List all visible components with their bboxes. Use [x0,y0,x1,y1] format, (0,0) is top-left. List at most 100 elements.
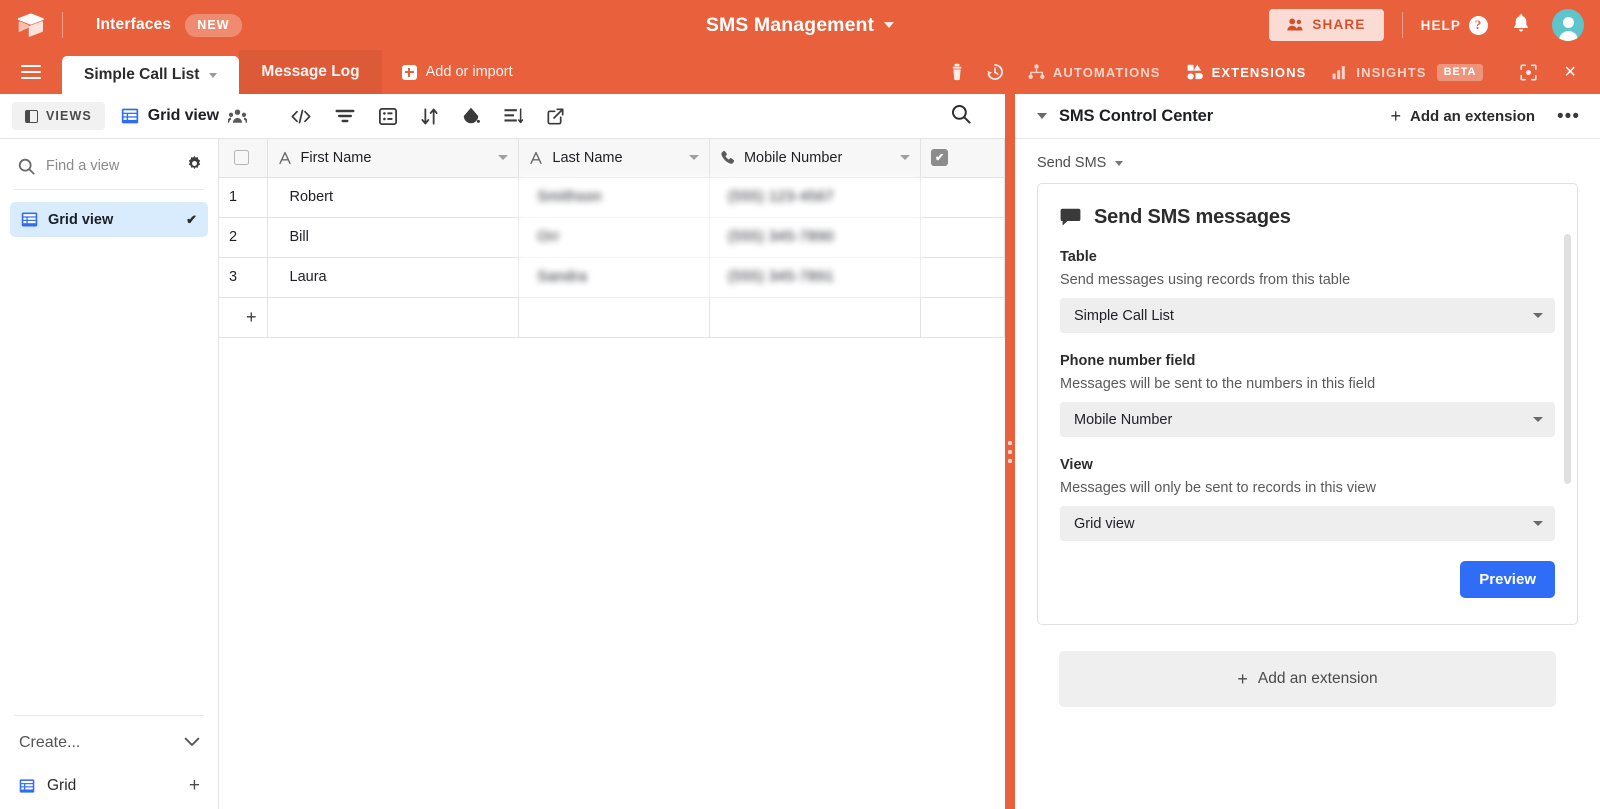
table-row[interactable]: 2 Bill Orr (555) 345-7890 [219,217,1005,258]
cell-first-name[interactable]: Robert [267,177,520,218]
caret-down-icon[interactable] [1037,113,1047,119]
add-row-spacer-3 [709,297,922,338]
column-header-last-name[interactable]: Last Name [518,139,710,178]
cell-last-name[interactable]: Sandra [518,257,710,298]
column-label: Last Name [552,149,623,166]
field-phone: Phone number field Messages will be sent… [1060,353,1555,437]
field-label: Table [1060,249,1097,265]
tab-message-log[interactable]: Message Log [239,50,382,94]
share-button[interactable]: SHARE [1269,9,1384,41]
sort-icon[interactable] [410,101,449,132]
column-chevron-down-icon[interactable] [498,155,509,161]
main-body: VIEWS Grid view Find a view Grid view ✔ … [0,94,1600,809]
add-extension-button[interactable]: + Add an extension [1390,107,1535,125]
trash-icon[interactable] [939,63,975,81]
extensions-button[interactable]: EXTENSIONS [1174,64,1320,80]
field-help-text: Messages will only be sent to records in… [1060,480,1376,496]
row-number: 1 [219,177,268,218]
select-all-checkbox[interactable] [234,150,249,166]
table-body: 1 Robert Smithson (555) 123-4567 2 Bill … [219,177,1005,338]
row-height-icon[interactable] [493,101,534,131]
cell-mobile-number[interactable]: (555) 345-7891 [709,257,922,298]
tab-simple-call-list[interactable]: Simple Call List [62,56,240,94]
column-chevron-down-icon[interactable] [688,155,699,161]
extension-scrollbar[interactable] [1564,234,1571,484]
close-x-icon[interactable]: × [1548,62,1586,82]
table-row[interactable]: 1 Robert Smithson (555) 123-4567 [219,177,1005,218]
find-view-input[interactable]: Find a view [46,158,119,174]
new-badge: NEW [185,13,242,37]
bell-glyph [1514,13,1528,31]
paint-glyph [463,107,480,124]
add-extension-bottom-button[interactable]: + Add an extension [1059,651,1556,707]
phone-field-select[interactable]: Mobile Number [1060,402,1555,437]
sidebar-item-grid-view[interactable]: Grid view ✔ [10,202,208,237]
notification-bell-icon[interactable] [1512,13,1530,38]
history-clock-icon[interactable] [975,63,1015,81]
filter-icon[interactable] [324,102,366,130]
chevron-down-icon [1533,521,1543,526]
column-chevron-down-icon[interactable] [900,155,911,161]
table-select[interactable]: Simple Call List [1060,298,1555,333]
add-row-spacer-2 [518,297,710,338]
find-view-row[interactable]: Find a view [0,139,218,189]
grid-and-sidebar: Find a view Grid view ✔ Create... Grid +… [0,139,1005,809]
cell-mobile-number[interactable]: (555) 123-4567 [709,177,922,218]
interfaces-link[interactable]: Interfaces NEW [63,13,242,37]
sort-glyph [421,107,438,125]
group-glyph [378,107,397,125]
column-header-mobile-number[interactable]: Mobile Number [709,139,922,178]
add-record-plus-icon: + [246,307,257,327]
cell-checkbox[interactable] [920,177,1005,218]
tab-label: Message Log [261,63,360,80]
expand-fullscreen-icon[interactable] [1496,64,1548,81]
share-button-label: SHARE [1312,17,1366,32]
embed-code-icon[interactable] [280,102,322,131]
help-button[interactable]: HELP ? [1420,15,1488,35]
cell-mobile-number[interactable]: (555) 345-7890 [709,217,922,258]
hamburger-menu-icon[interactable] [0,50,62,94]
grid-pane: VIEWS Grid view Find a view Grid view ✔ … [0,94,1005,809]
external-link-glyph [547,107,564,125]
insights-button[interactable]: INSIGHTS BETA [1319,63,1496,81]
chevron-down-icon [1533,313,1543,318]
airtable-logo-icon[interactable] [0,12,62,38]
column-header-checkbox-field[interactable]: ✔ [920,139,1005,178]
avatar[interactable] [1552,9,1584,41]
group-icon[interactable] [368,101,408,132]
extension-panel-body: Send SMS Send SMS messages Table Send me… [1015,139,1600,809]
add-extension-bottom-label: Add an extension [1257,670,1378,687]
create-section-toggle[interactable]: Create... [0,716,218,766]
cell-checkbox[interactable] [920,217,1005,258]
ellipsis-icon[interactable]: ••• [1535,107,1586,126]
add-record-button[interactable]: + [219,297,268,338]
panel-resize-handle[interactable] [1005,94,1015,809]
extension-selector-dropdown[interactable]: Send SMS [1037,155,1578,171]
view-select[interactable]: Grid view [1060,506,1555,541]
views-toggle-button[interactable]: VIEWS [12,102,105,130]
color-fill-icon[interactable] [451,100,491,132]
plus-icon[interactable]: + [189,776,200,795]
help-label: HELP [1420,17,1461,33]
search-icon[interactable] [951,104,993,129]
gear-icon[interactable] [186,155,203,177]
current-view-button[interactable]: Grid view [107,101,266,131]
select-all-header[interactable] [219,139,268,178]
column-header-first-name[interactable]: First Name [267,139,520,178]
automations-button[interactable]: AUTOMATIONS [1015,64,1174,80]
cell-last-name[interactable]: Orr [518,217,710,258]
add-record-row[interactable]: + [219,297,1005,338]
cell-first-name[interactable]: Laura [267,257,520,298]
create-grid-button[interactable]: Grid + [0,766,218,809]
add-or-import-button[interactable]: Add or import [382,50,533,94]
extensions-label: EXTENSIONS [1211,64,1307,80]
preview-button[interactable]: Preview [1460,561,1555,598]
cell-first-name[interactable]: Bill [267,217,520,258]
cell-checkbox[interactable] [920,257,1005,298]
table-row[interactable]: 3 Laura Sandra (555) 345-7891 [219,257,1005,298]
base-title-chevron-down-icon[interactable] [884,22,895,28]
share-view-icon[interactable] [536,101,575,132]
column-label: Mobile Number [743,149,843,166]
tab-chevron-down-icon[interactable] [209,72,218,78]
cell-last-name[interactable]: Smithson [518,177,710,218]
